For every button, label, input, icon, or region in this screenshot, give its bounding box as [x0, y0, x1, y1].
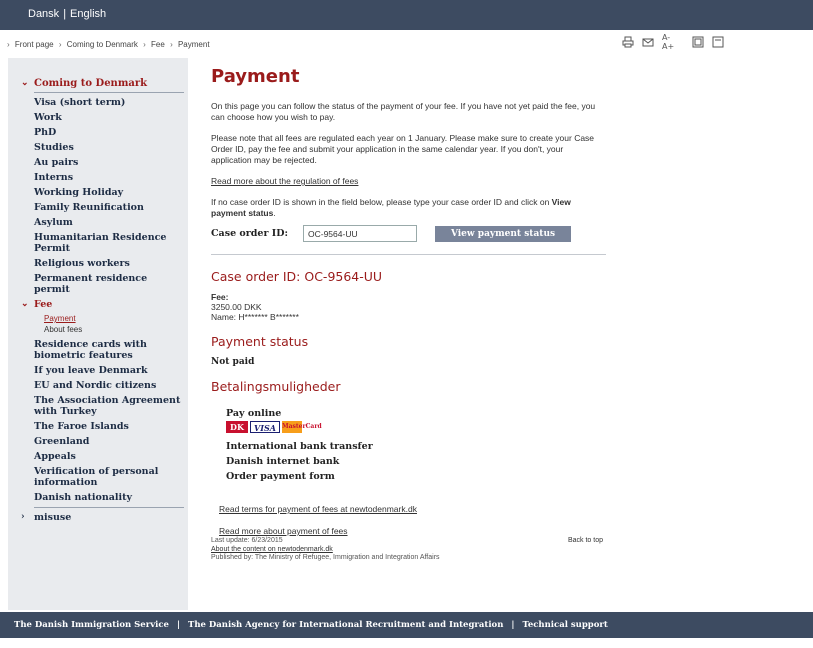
sidebar-item-work[interactable]: Work [34, 112, 184, 123]
sidebar-item-au-pairs[interactable]: Au pairs [34, 157, 184, 168]
case-order-input[interactable] [303, 225, 417, 242]
published-by: Published by: The Ministry of Refugee, I… [211, 554, 440, 561]
sidebar-item-religious-workers[interactable]: Religious workers [34, 258, 184, 269]
case-order-heading: Case order ID: OC-9564-UU [211, 269, 383, 284]
breadcrumb: › Front page › Coming to Denmark › Fee ›… [4, 40, 210, 49]
payment-options: Pay online DK VISA MasterCard Internatio… [211, 408, 606, 482]
sidebar-item-eu-nordic[interactable]: EU and Nordic citizens [34, 380, 184, 391]
instruction-text: If no case order ID is shown in the fiel… [211, 197, 571, 218]
option-international-bank-transfer[interactable]: International bank transfer [226, 441, 606, 452]
fee-amount: 3250.00 DKK [211, 302, 262, 312]
help-icon[interactable] [712, 36, 724, 48]
language-switcher: Dansk | English [28, 8, 106, 20]
sidebar-item-misuse[interactable]: › misuse [21, 507, 184, 523]
content-footer-links: Read terms for payment of fees at newtod… [211, 504, 606, 537]
lang-separator: | [63, 8, 67, 20]
sidebar-subitem-about-fees[interactable]: About fees [44, 324, 184, 335]
footer-link-immigration-service[interactable]: The Danish Immigration Service [14, 620, 169, 630]
sidebar-item-greenland[interactable]: Greenland [34, 436, 184, 447]
fee-label: Fee: [211, 292, 229, 302]
sidebar-item-family-reunification[interactable]: Family Reunification [34, 202, 184, 213]
chevron-down-icon: ⌄ [21, 299, 29, 309]
option-danish-internet-bank[interactable]: Danish internet bank [226, 456, 606, 467]
footer-separator: | [511, 620, 515, 630]
footer-link-technical-support[interactable]: Technical support [523, 620, 608, 630]
sidebar-item-studies[interactable]: Studies [34, 142, 184, 153]
payment-status-value: Not paid [211, 357, 255, 367]
sidebar-item-working-holiday[interactable]: Working Holiday [34, 187, 184, 198]
sidebar-item-appeals[interactable]: Appeals [34, 451, 184, 462]
divider [211, 254, 606, 255]
about-content-link[interactable]: About the content on newtodenmark.dk [211, 546, 333, 553]
text-size-icon[interactable]: A- A+ [662, 33, 684, 51]
card-logos: DK VISA MasterCard [226, 421, 606, 433]
breadcrumb-coming-to-denmark[interactable]: Coming to Denmark [67, 40, 138, 49]
email-icon[interactable] [642, 36, 654, 48]
payment-options-heading: Betalingsmuligheder [211, 379, 341, 394]
mastercard-icon[interactable]: MasterCard [282, 421, 322, 433]
page-meta: Last update: 6/23/2015 Back to top About… [211, 537, 606, 563]
sidebar-item-permanent-residence[interactable]: Permanent residence permit [34, 273, 184, 295]
main-content: Payment On this page you can follow the … [211, 66, 606, 563]
terms-link[interactable]: Read terms for payment of fees at newtod… [219, 504, 417, 514]
sidebar-item-interns[interactable]: Interns [34, 172, 184, 183]
visa-icon[interactable]: VISA [250, 421, 280, 433]
breadcrumb-arrow-icon: › [170, 40, 173, 49]
sidebar-item-residence-cards[interactable]: Residence cards with biometric features [34, 339, 184, 361]
breadcrumb-arrow-icon: › [143, 40, 146, 49]
sidebar-item-faroe-islands[interactable]: The Faroe Islands [34, 421, 184, 432]
intro-text: On this page you can follow the status o… [211, 101, 596, 122]
dankort-icon[interactable]: DK [226, 421, 248, 433]
lang-english-link[interactable]: English [70, 8, 106, 20]
fee-details: Fee: 3250.00 DKK Name: H******* B******* [211, 292, 606, 322]
regulation-link[interactable]: Read more about the regulation of fees [211, 176, 358, 186]
chevron-down-icon: ⌄ [21, 78, 29, 88]
more-about-payment-link[interactable]: Read more about payment of fees [219, 526, 348, 536]
page-title: Payment [211, 66, 300, 87]
sidebar-item-visa[interactable]: Visa (short term) [34, 97, 184, 108]
chevron-right-icon: › [21, 512, 25, 522]
view-payment-status-button[interactable]: View payment status [435, 225, 571, 242]
sidebar-item-danish-nationality[interactable]: Danish nationality [34, 492, 184, 503]
breadcrumb-arrow-icon: › [7, 40, 10, 49]
sidebar-item-asylum[interactable]: Asylum [34, 217, 184, 228]
top-bar: Dansk | English [0, 0, 813, 30]
sidebar-nav: ⌄ Coming to Denmark Visa (short term) Wo… [21, 78, 184, 523]
back-to-top-link[interactable]: Back to top [568, 537, 603, 546]
sidebar-section-coming-to-denmark[interactable]: ⌄ Coming to Denmark [21, 78, 184, 93]
sidebar: ⌄ Coming to Denmark Visa (short term) Wo… [8, 58, 188, 610]
sidebar-item-phd[interactable]: PhD [34, 127, 184, 138]
sidebar-item-leave-denmark[interactable]: If you leave Denmark [34, 365, 184, 376]
case-order-form: Case order ID: View payment status [211, 225, 606, 242]
sidebar-fee-submenu: Payment About fees [34, 313, 184, 335]
page-tools: A- A+ [622, 33, 724, 51]
print-icon[interactable] [622, 36, 634, 48]
footer-link-agency[interactable]: The Danish Agency for International Recr… [188, 620, 503, 630]
breadcrumb-front-page[interactable]: Front page [15, 40, 54, 49]
payment-status-heading: Payment status [211, 334, 309, 349]
breadcrumb-arrow-icon: › [58, 40, 62, 49]
sidebar-item-humanitarian[interactable]: Humanitarian Residence Permit [34, 232, 184, 254]
lang-danish-link[interactable]: Dansk [28, 8, 59, 20]
rss-icon[interactable] [692, 36, 704, 48]
sidebar-subitem-payment[interactable]: Payment [44, 313, 184, 324]
pay-online-link[interactable]: Pay online [226, 408, 606, 419]
breadcrumb-fee[interactable]: Fee [151, 40, 165, 49]
footer-bar: The Danish Immigration Service | The Danis… [0, 612, 813, 638]
last-update: Last update: 6/23/2015 [211, 537, 283, 544]
sidebar-item-verification[interactable]: Verification of personal information [34, 466, 184, 488]
case-order-label: Case order ID: [211, 228, 288, 239]
footer-separator: | [176, 620, 181, 630]
sidebar-item-association-turkey[interactable]: The Association Agreement with Turkey [34, 395, 184, 417]
breadcrumb-payment: Payment [177, 40, 210, 49]
sidebar-item-fee[interactable]: ⌄ Fee [21, 299, 184, 310]
note-text: Please note that all fees are regulated … [211, 133, 595, 165]
fee-name: Name: H******* B******* [211, 312, 299, 322]
option-order-payment-form[interactable]: Order payment form [226, 471, 606, 482]
